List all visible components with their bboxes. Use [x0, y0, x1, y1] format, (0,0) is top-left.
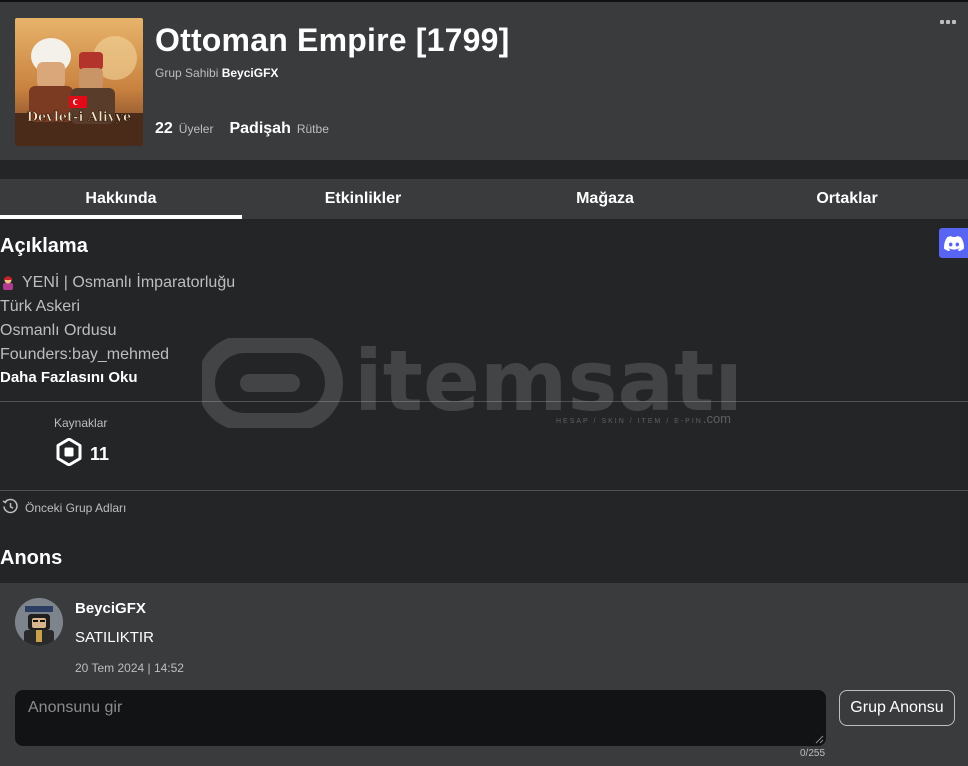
- poster-avatar[interactable]: [15, 598, 63, 646]
- character-counter: 0/255: [800, 748, 826, 759]
- resources-label: Kaynaklar: [54, 416, 108, 430]
- previous-names-button[interactable]: Önceki Grup Adları: [2, 498, 126, 518]
- shout-heading: Anons: [0, 547, 63, 569]
- resources-robux: 11: [56, 437, 110, 471]
- tab-store[interactable]: Mağaza: [484, 179, 726, 219]
- description-line: Founders:bay_mehmed: [0, 346, 169, 363]
- shout-message: SATILIKTIR: [75, 629, 154, 646]
- group-description: YENİ | Osmanlı İmparatorluğu Türk Askeri…: [0, 271, 235, 367]
- tab-about[interactable]: Hakkında: [0, 179, 242, 219]
- group-stats: 22 Üyeler Padişah Rütbe: [155, 120, 345, 138]
- tab-affiliates[interactable]: Ortaklar: [726, 179, 968, 219]
- shout-panel: BeyciGFX SATILIKTIR 20 Tem 2024 | 14:52 …: [0, 583, 968, 766]
- emblem-caption: Devlet-i Aliyye: [27, 110, 132, 125]
- shout-input[interactable]: [15, 690, 826, 746]
- group-owner: Grup Sahibi BeyciGFX: [155, 66, 278, 80]
- owner-name-link[interactable]: BeyciGFX: [222, 66, 279, 80]
- watermark-tagline: HESAP / SKIN / ITEM / E-PIN.com: [556, 411, 732, 426]
- group-emblem: Devlet-i Aliyye: [15, 18, 143, 146]
- read-more-link[interactable]: Daha Fazlasını Oku: [0, 369, 138, 386]
- about-heading: Açıklama: [0, 235, 88, 257]
- group-header: Devlet-i Aliyye Ottoman Empire [1799] Gr…: [0, 2, 968, 160]
- previous-names-label: Önceki Grup Adları: [25, 501, 127, 515]
- rank-value: Padişah: [229, 120, 291, 137]
- discord-icon[interactable]: [939, 228, 968, 258]
- group-tabs: Hakkında Etkinlikler Mağaza Ortaklar: [0, 179, 968, 219]
- members-count: 22: [155, 120, 173, 137]
- history-icon: [2, 498, 19, 518]
- robux-amount: 11: [90, 444, 110, 464]
- group-title: Ottoman Empire [1799]: [155, 22, 510, 58]
- divider: [0, 490, 968, 491]
- resize-grip-icon[interactable]: [814, 734, 824, 744]
- person-emoji-icon: [0, 274, 16, 290]
- divider: [0, 401, 968, 402]
- description-line: Türk Askeri: [0, 298, 81, 315]
- owner-label: Grup Sahibi: [155, 66, 219, 80]
- shout-poster-name[interactable]: BeyciGFX: [75, 600, 146, 617]
- description-line: YENİ | Osmanlı İmparatorluğu: [0, 271, 235, 295]
- group-shout-button[interactable]: Grup Anonsu: [839, 690, 955, 726]
- description-line: Osmanlı Ordusu: [0, 322, 117, 339]
- robux-icon: [56, 437, 82, 471]
- members-label: Üyeler: [178, 122, 214, 136]
- more-options-icon[interactable]: [940, 20, 958, 28]
- tab-events[interactable]: Etkinlikler: [242, 179, 484, 219]
- shout-date: 20 Tem 2024 | 14:52: [75, 661, 184, 675]
- rank-label: Rütbe: [296, 122, 329, 136]
